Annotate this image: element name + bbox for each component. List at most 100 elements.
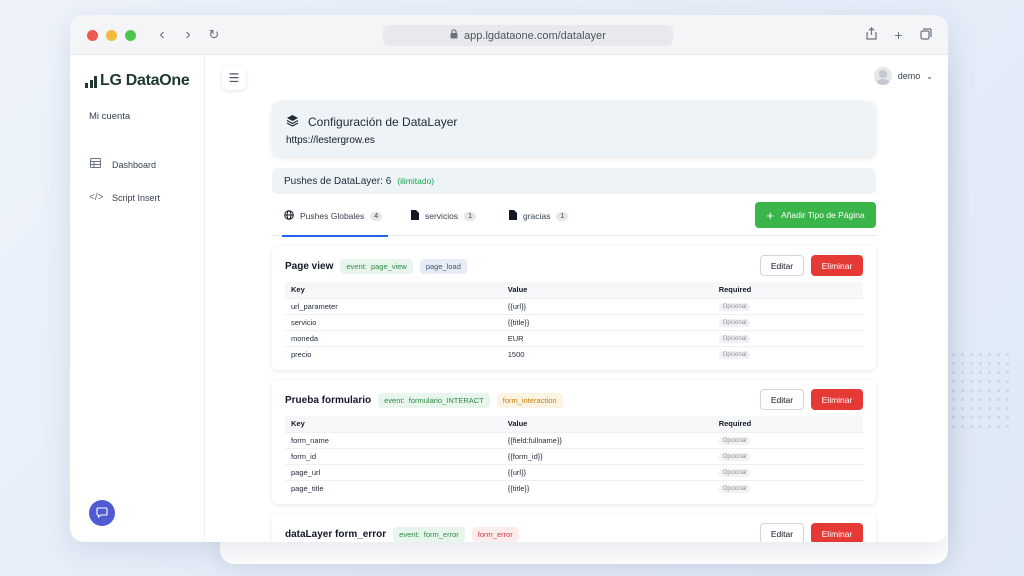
address-bar[interactable]: app.lgdataone.com/datalayer	[383, 25, 673, 46]
column-header-key: Key	[285, 416, 502, 432]
tab-count-badge: 4	[370, 211, 383, 221]
browser-nav: ‹ › ↻	[156, 25, 220, 45]
close-window-button[interactable]	[87, 30, 98, 41]
block-title: Prueba formulario	[285, 394, 372, 406]
block-title: Page view	[285, 260, 334, 272]
logo-bars-icon	[85, 76, 97, 88]
table-icon	[89, 158, 102, 171]
table-header-row: Key Value Required	[285, 282, 863, 298]
required-badge: Opcional	[718, 437, 751, 445]
code-icon: </>	[89, 192, 104, 203]
tab-gracias[interactable]: gracias 1	[509, 210, 569, 222]
minimize-window-button[interactable]	[106, 30, 117, 41]
pushes-count: Pushes de DataLayer: 6	[284, 175, 392, 187]
forward-arrow-icon[interactable]: ›	[182, 25, 194, 45]
event-tag: event: page_view	[340, 258, 413, 274]
sidebar-item-script-insert[interactable]: </> Script Insert	[89, 192, 160, 203]
address-text: app.lgdataone.com/datalayer	[464, 29, 606, 42]
tab-count-badge: 1	[464, 211, 476, 221]
document-icon	[509, 210, 517, 222]
lock-icon	[450, 29, 458, 42]
required-badge: Opcional	[718, 303, 751, 311]
tab-label: Pushes Globales	[300, 211, 365, 221]
required-badge: Opcional	[718, 319, 751, 327]
browser-window: ‹ › ↻ app.lgdataone.com/datalayer + LG D…	[70, 15, 948, 542]
table-row: precio 1500 Opcional	[285, 345, 863, 362]
delete-button[interactable]: Eliminar	[811, 523, 863, 542]
tab-label: gracias	[523, 211, 551, 221]
required-badge: Opcional	[718, 453, 751, 461]
page-content: Configuración de DataLayer https://leste…	[272, 101, 876, 542]
config-header: Configuración de DataLayer https://leste…	[272, 101, 876, 156]
chat-icon	[96, 506, 108, 521]
tabs-overview-icon[interactable]	[919, 26, 932, 44]
globe-icon	[284, 210, 294, 222]
avatar	[873, 67, 892, 85]
event-tag: event: form_error	[393, 526, 465, 542]
delete-button[interactable]: Eliminar	[811, 255, 863, 276]
logo-text: LG DataOne	[100, 72, 190, 89]
add-page-type-button[interactable]: + Añadir Tipo de Página	[755, 202, 876, 228]
column-header-value: Value	[501, 282, 713, 298]
edit-button[interactable]: Editar	[760, 255, 804, 276]
share-icon[interactable]	[865, 26, 878, 44]
variables-table: Key Value Required url_parameter {{url}} O…	[285, 282, 863, 362]
table-row: url_parameter {{url}} Opcional	[285, 297, 863, 314]
window-controls	[87, 30, 136, 41]
new-tab-icon[interactable]: +	[892, 26, 905, 44]
user-name: demo	[897, 71, 921, 81]
reload-icon[interactable]: ↻	[208, 25, 220, 45]
edit-button[interactable]: Editar	[760, 389, 804, 410]
type-tag: form_interaction	[496, 392, 563, 408]
table-row: moneda EUR Opcional	[285, 329, 863, 346]
table-row: page_url {{url}} Opcional	[285, 463, 863, 480]
table-row: servicio {{title}} Opcional	[285, 313, 863, 330]
sidebar: LG DataOne Mi cuenta Dashboard </> Scrip…	[70, 55, 205, 542]
delete-button[interactable]: Eliminar	[811, 389, 863, 410]
required-badge: Opcional	[718, 351, 751, 360]
document-icon	[411, 210, 419, 222]
main-area: ☰ demo ⌄ Configuración de DataLayer http…	[205, 55, 948, 542]
tab-label: servicios	[425, 211, 459, 221]
column-header-key: Key	[285, 282, 502, 298]
datalayer-block-page-view: Page view event: page_view page_load Edi…	[272, 246, 876, 370]
background-dots	[940, 350, 1010, 430]
required-badge: Opcional	[718, 335, 751, 343]
type-tag: form_error	[471, 526, 519, 542]
browser-titlebar: ‹ › ↻ app.lgdataone.com/datalayer +	[70, 15, 948, 55]
sidebar-item-label: Dashboard	[112, 159, 157, 170]
datalayer-block-form-error: dataLayer form_error event: form_error f…	[272, 514, 876, 542]
edit-button[interactable]: Editar	[760, 523, 804, 542]
sidebar-item-account[interactable]: Mi cuenta	[89, 111, 130, 122]
browser-actions: +	[865, 26, 932, 44]
table-row: form_id {{form_id}} Opcional	[285, 447, 863, 464]
hamburger-icon: ☰	[228, 71, 240, 85]
add-button-label: Añadir Tipo de Página	[780, 210, 865, 220]
tab-count-badge: 1	[556, 211, 569, 221]
chat-support-button[interactable]	[89, 500, 115, 526]
column-header-value: Value	[501, 416, 713, 432]
required-badge: Opcional	[718, 469, 751, 477]
menu-toggle-button[interactable]: ☰	[222, 66, 246, 90]
event-tag: event: formulario_INTERACT	[378, 392, 490, 408]
tab-servicios[interactable]: servicios 1	[411, 210, 476, 222]
pushes-limit: (ilimitado)	[397, 176, 435, 186]
column-header-required: Required	[712, 282, 863, 298]
user-menu[interactable]: demo ⌄	[873, 67, 933, 85]
tab-pushes-globales[interactable]: Pushes Globales 4	[281, 210, 389, 237]
variables-table: Key Value Required form_name {{field:full…	[285, 416, 863, 496]
chevron-down-icon: ⌄	[926, 71, 933, 81]
back-arrow-icon[interactable]: ‹	[156, 25, 168, 45]
sidebar-item-label: Script Insert	[112, 192, 161, 203]
table-row: page_title {{title}} Opcional	[285, 479, 863, 496]
required-badge: Opcional	[718, 485, 751, 494]
column-header-required: Required	[712, 416, 863, 432]
logo[interactable]: LG DataOne	[85, 72, 190, 90]
layers-icon	[286, 114, 299, 130]
datalayer-block-prueba-formulario: Prueba formulario event: formulario_INTE…	[272, 380, 876, 504]
table-header-row: Key Value Required	[285, 416, 863, 432]
type-tag: page_load	[419, 258, 467, 274]
table-row: form_name {{field:fullname}} Opcional	[285, 431, 863, 448]
sidebar-item-dashboard[interactable]: Dashboard	[89, 158, 156, 171]
maximize-window-button[interactable]	[125, 30, 136, 41]
